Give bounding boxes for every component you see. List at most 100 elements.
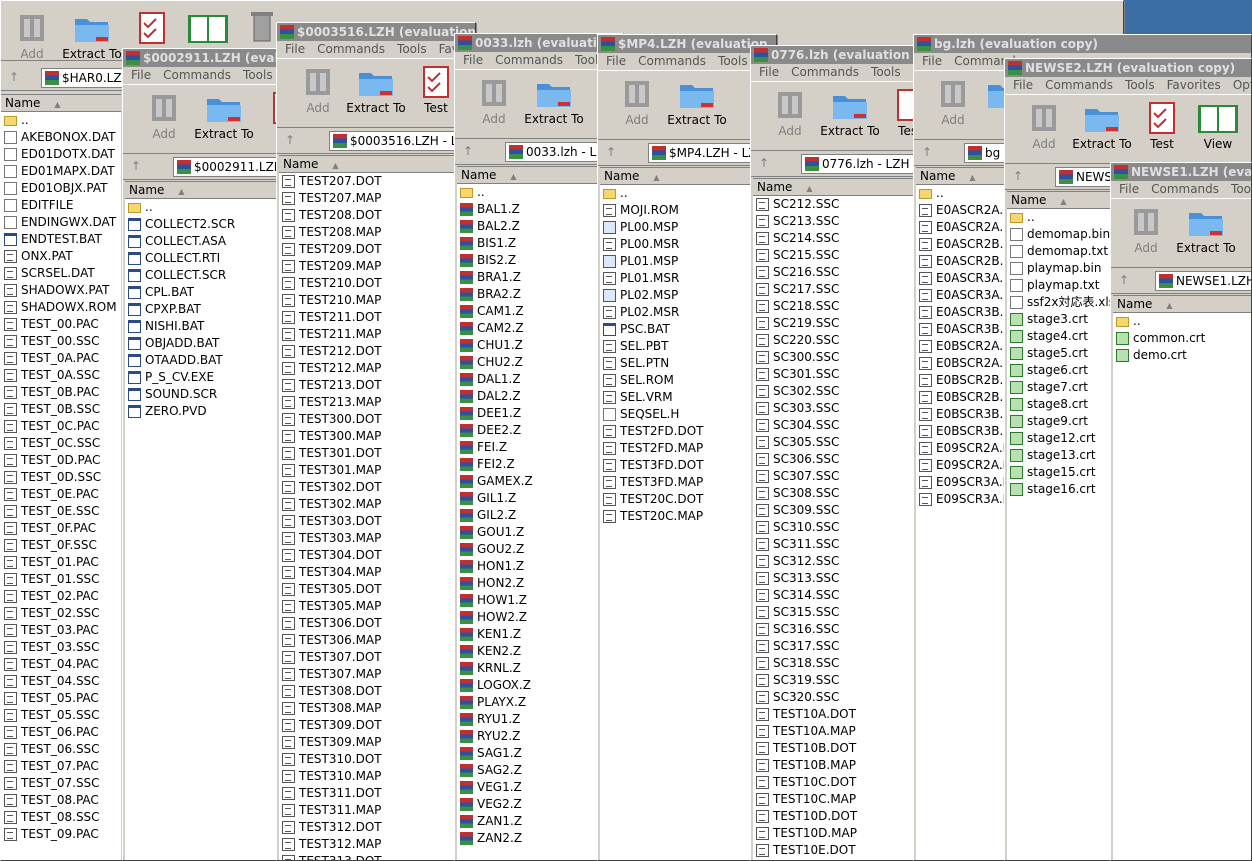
window-0776[interactable]: 0776.lzh (evaluation co File Commands Tool… — [750, 45, 940, 861]
up-arrow-icon[interactable]: ↑ — [759, 156, 769, 170]
list-item[interactable]: demo.crt — [1113, 347, 1251, 364]
list-item[interactable]: TEST301.MAP — [279, 462, 475, 479]
list-item[interactable]: SC216.SSC — [753, 264, 939, 281]
window-0003516[interactable]: $0003516.LZH (evaluation File Commands Too… — [276, 22, 476, 861]
list-item[interactable]: TEST_08.PAC — [1, 792, 121, 809]
list-item[interactable]: SC316.SSC — [753, 621, 939, 638]
column-header-name[interactable]: Name ▲ — [279, 156, 475, 173]
menu-commands[interactable]: Commands — [1045, 78, 1113, 92]
list-item[interactable]: TEST_0C.PAC — [1, 418, 121, 435]
menu-tools[interactable]: Tools — [1231, 182, 1251, 196]
menu-file[interactable]: File — [463, 53, 483, 67]
list-item[interactable]: SC214.SSC — [753, 230, 939, 247]
list-item[interactable]: SC217.SSC — [753, 281, 939, 298]
list-item[interactable]: ED01DOTX.DAT — [1, 146, 121, 163]
extract-to-button[interactable]: Extract To — [193, 91, 255, 141]
list-item[interactable]: TEST10E.DOT — [753, 842, 939, 859]
list-item[interactable]: TEST311.MAP — [279, 802, 475, 819]
list-item[interactable]: TEST212.MAP — [279, 360, 475, 377]
menu-tools[interactable]: Tools — [1125, 78, 1155, 92]
list-item[interactable]: SC212.SSC — [753, 196, 939, 213]
list-item[interactable]: TEST211.MAP — [279, 326, 475, 343]
list-item[interactable]: TEST10B.MAP — [753, 757, 939, 774]
list-item[interactable]: TEST304.MAP — [279, 564, 475, 581]
list-item[interactable]: TEST306.MAP — [279, 632, 475, 649]
file-list[interactable]: Name ▲ .. common.crt demo.crt — [1113, 295, 1251, 860]
list-item[interactable]: TEST_07.PAC — [1, 758, 121, 775]
list-item[interactable]: ENDTEST.BAT — [1, 231, 121, 248]
list-item[interactable]: TEST_0E.PAC — [1, 486, 121, 503]
list-item[interactable]: TEST302.MAP — [279, 496, 475, 513]
list-item[interactable]: TEST210.DOT — [279, 275, 475, 292]
list-item[interactable]: TEST208.MAP — [279, 224, 475, 241]
up-arrow-icon[interactable]: ↑ — [1119, 273, 1129, 287]
list-item[interactable]: common.crt — [1113, 330, 1251, 347]
list-item[interactable]: SC304.SSC — [753, 417, 939, 434]
list-item[interactable]: .. — [1, 112, 121, 129]
up-arrow-icon[interactable]: ↑ — [1013, 169, 1023, 183]
list-item[interactable]: TEST_0B.PAC — [1, 384, 121, 401]
list-item[interactable]: SC309.SSC — [753, 502, 939, 519]
menu-tools[interactable]: Tools — [871, 65, 901, 79]
menu-file[interactable]: File — [1013, 78, 1033, 92]
list-item[interactable]: TEST311.DOT — [279, 785, 475, 802]
list-item[interactable]: SC308.SSC — [753, 485, 939, 502]
up-arrow-icon[interactable]: ↑ — [922, 145, 932, 159]
menu-file[interactable]: File — [285, 42, 305, 56]
list-item[interactable]: ENDINGWX.DAT — [1, 214, 121, 231]
window-0002911[interactable]: $0002911.LZH (evaluati File Commands Tools… — [122, 48, 302, 861]
list-item[interactable]: TEST303.MAP — [279, 530, 475, 547]
add-button[interactable]: Add — [133, 91, 195, 141]
list-item[interactable]: TEST10B.DOT — [753, 740, 939, 757]
list-item[interactable]: TEST212.DOT — [279, 343, 475, 360]
title-bar[interactable]: $0003516.LZH (evaluation — [277, 23, 475, 41]
list-item[interactable]: TEST302.DOT — [279, 479, 475, 496]
menu-file[interactable]: File — [759, 65, 779, 79]
menu-tools[interactable]: Tools — [718, 54, 748, 68]
list-item[interactable]: TEST208.DOT — [279, 207, 475, 224]
list-item[interactable]: TEST_06.PAC — [1, 724, 121, 741]
add-button[interactable]: Add — [759, 88, 821, 138]
list-item[interactable]: SC314.SSC — [753, 587, 939, 604]
list-item[interactable]: TEST301.DOT — [279, 445, 475, 462]
list-item[interactable]: TEST308.DOT — [279, 683, 475, 700]
list-item[interactable]: TEST_0D.PAC — [1, 452, 121, 469]
list-item[interactable]: TEST210.MAP — [279, 292, 475, 309]
list-item[interactable]: SC306.SSC — [753, 451, 939, 468]
list-item[interactable]: TEST211.DOT — [279, 309, 475, 326]
list-item[interactable]: TEST_00.SSC — [1, 333, 121, 350]
list-item[interactable]: TEST_04.PAC — [1, 656, 121, 673]
list-item[interactable]: SC219.SSC — [753, 315, 939, 332]
list-item[interactable]: TEST_08.SSC — [1, 809, 121, 826]
up-arrow-icon[interactable]: ↑ — [606, 145, 616, 159]
list-item[interactable]: TEST209.MAP — [279, 258, 475, 275]
extract-to-button[interactable]: Extract To — [1071, 101, 1133, 151]
column-header-name[interactable]: Name ▲ — [753, 179, 939, 196]
list-item[interactable]: TEST_0B.SSC — [1, 401, 121, 418]
menu-options[interactable]: Options — [1233, 78, 1251, 92]
list-item[interactable]: TEST309.MAP — [279, 734, 475, 751]
extract-to-button[interactable]: Extract To — [1175, 205, 1237, 255]
list-item[interactable]: TEST_06.SSC — [1, 741, 121, 758]
title-bar[interactable]: bg.lzh (evaluation copy) — [914, 35, 1251, 53]
extract-to-button[interactable]: Extract To — [819, 88, 881, 138]
test-button[interactable]: Test — [1131, 101, 1193, 151]
menu-commands[interactable]: Commands — [791, 65, 859, 79]
menu-commands[interactable]: Commands — [1151, 182, 1219, 196]
extract-to-button[interactable]: Extract To — [523, 76, 585, 126]
menu-tools[interactable]: Tools — [397, 42, 427, 56]
list-item[interactable]: TEST310.DOT — [279, 751, 475, 768]
add-button[interactable]: Add — [1, 11, 63, 60]
list-item[interactable]: TEST10C.DOT — [753, 774, 939, 791]
menu-commands[interactable]: Commands — [317, 42, 385, 56]
list-item[interactable]: TEST304.DOT — [279, 547, 475, 564]
list-item[interactable]: SCRSEL.DAT — [1, 265, 121, 282]
list-item[interactable]: TEST300.DOT — [279, 411, 475, 428]
menu-favorites[interactable]: Favorites — [1167, 78, 1221, 92]
file-list[interactable]: Name ▲ TEST207.DOT TEST207.MAP TEST208.DOT T… — [279, 155, 475, 860]
list-item[interactable]: SC307.SSC — [753, 468, 939, 485]
list-item[interactable]: SHADOWX.PAT — [1, 282, 121, 299]
list-item[interactable]: SC310.SSC — [753, 519, 939, 536]
list-item[interactable]: SHADOWX.ROM — [1, 299, 121, 316]
list-item[interactable]: TEST_00.PAC — [1, 316, 121, 333]
